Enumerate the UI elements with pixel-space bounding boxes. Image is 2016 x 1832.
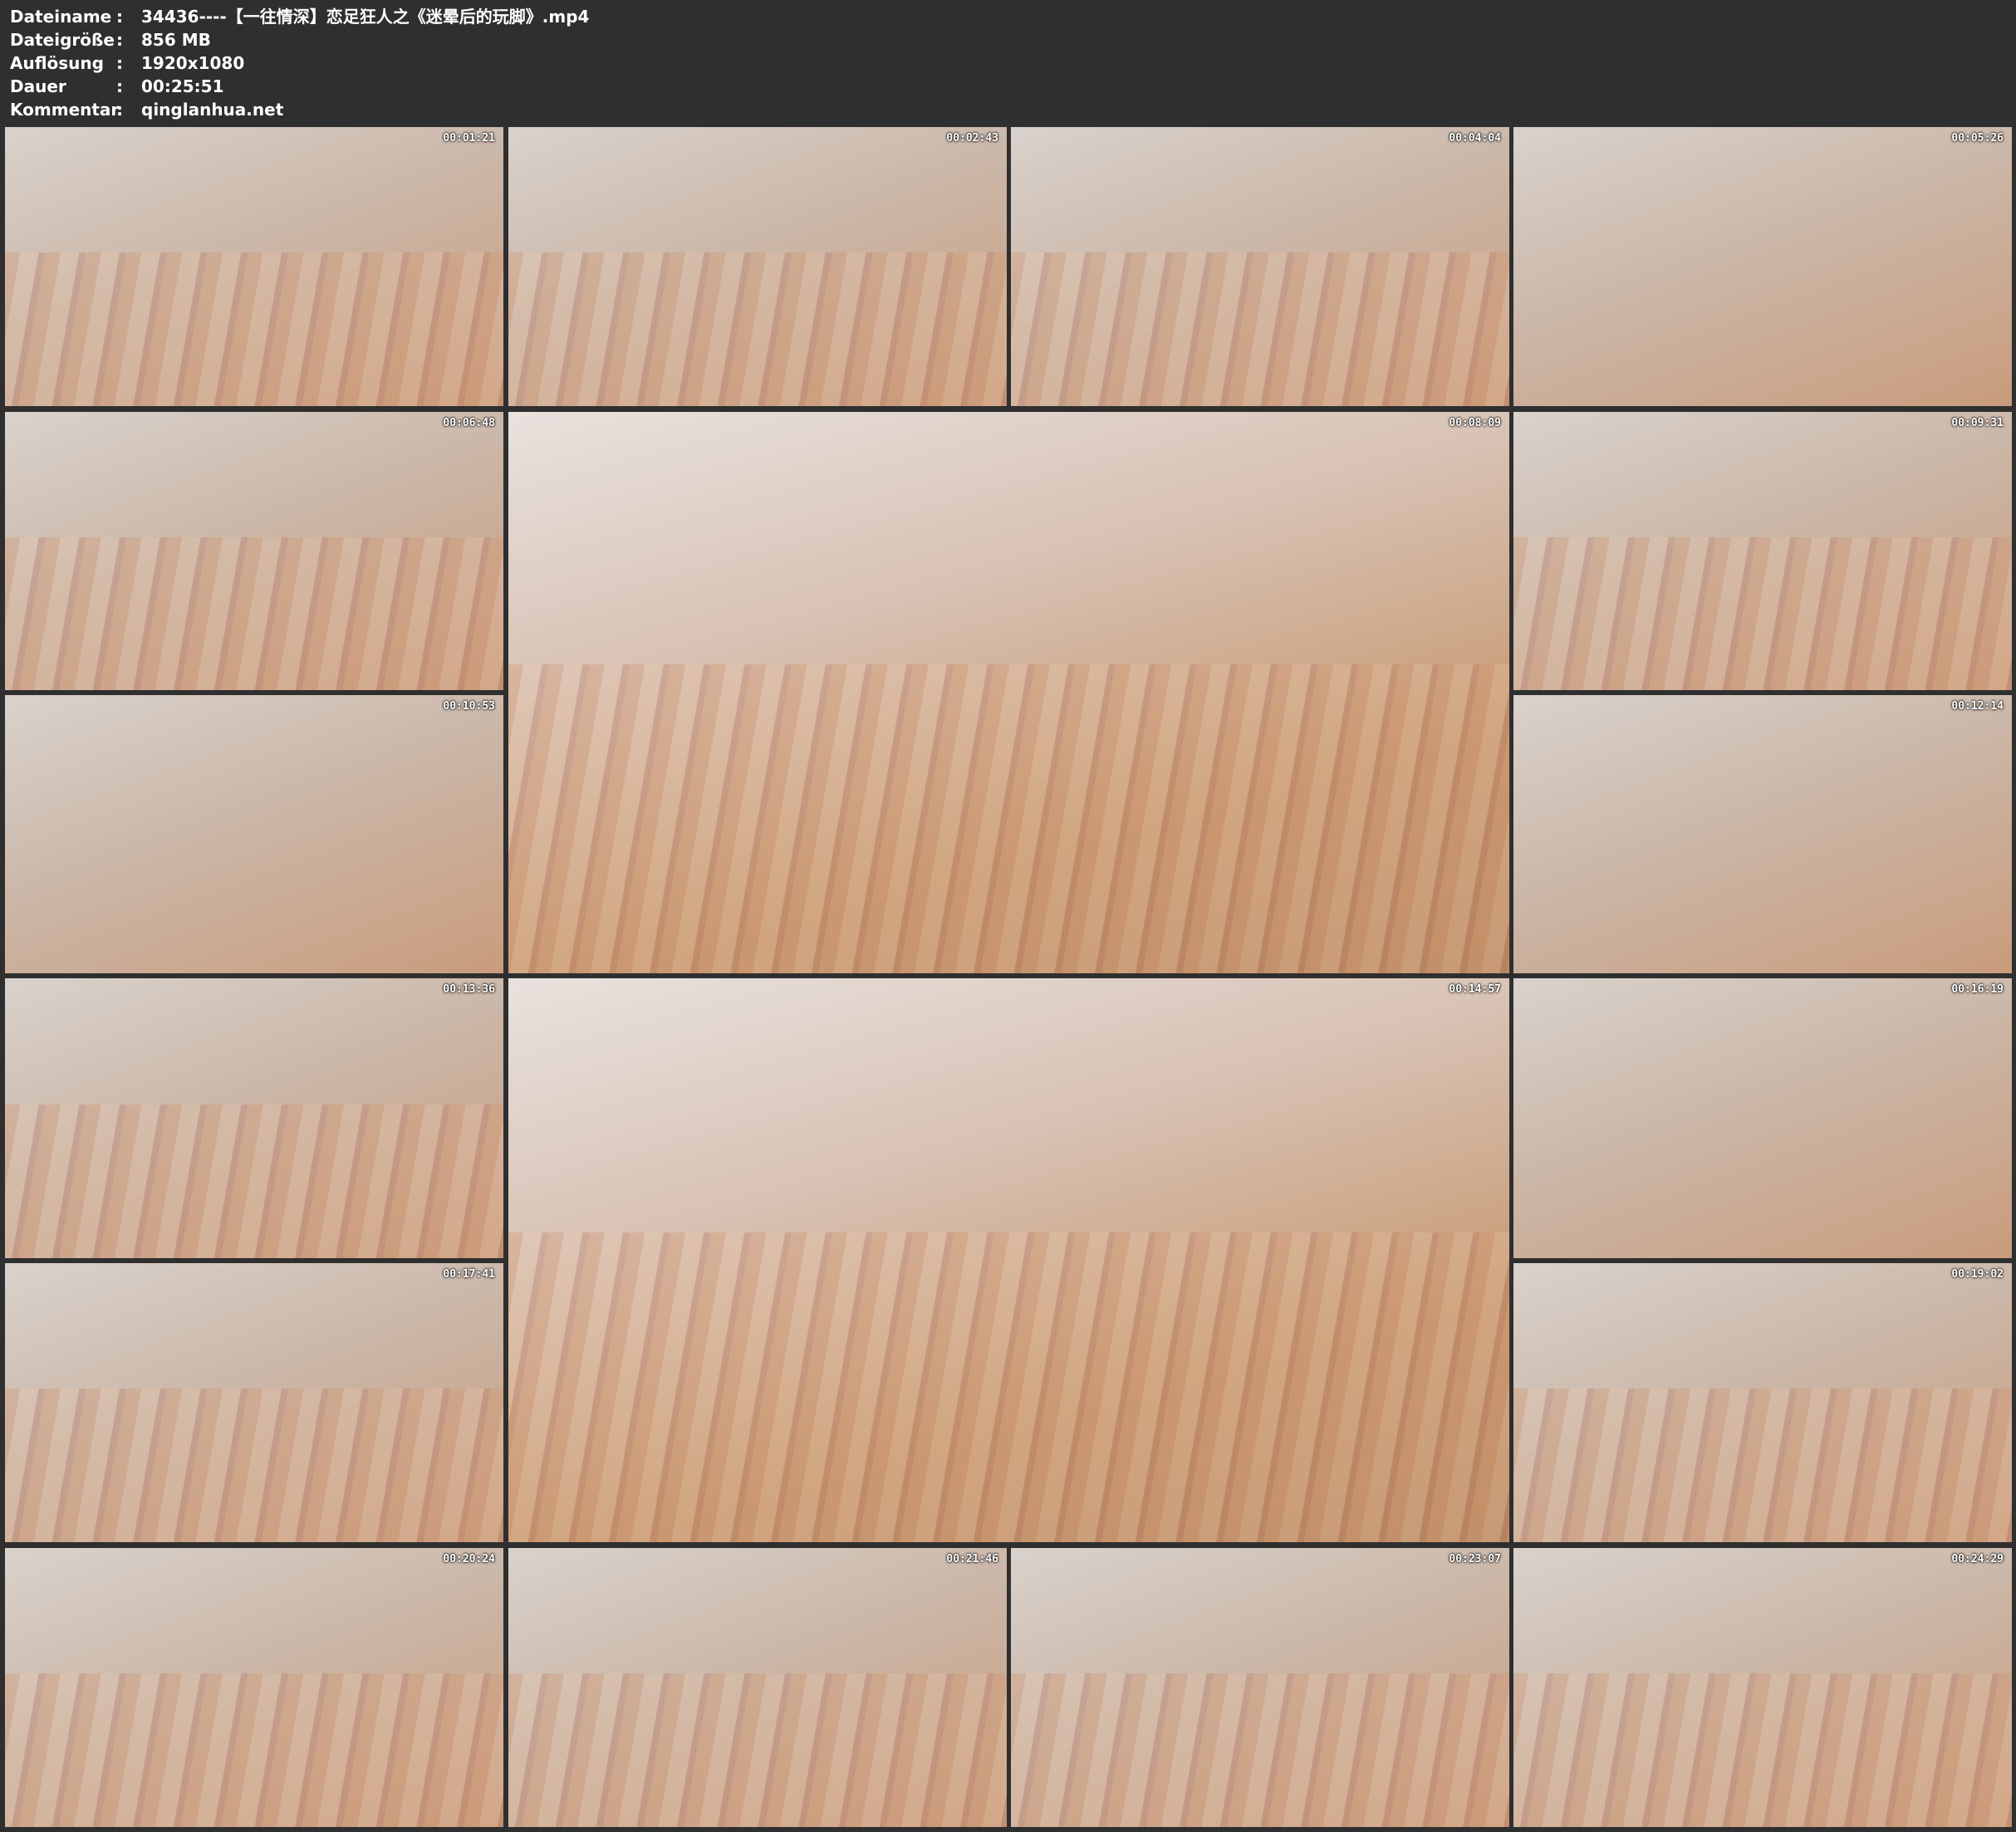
- file-info-panel: Dateiname : 34436----【一往情深】恋足狂人之《迷晕后的玩脚》…: [10, 5, 589, 121]
- video-thumbnail: 00:06:48: [5, 412, 503, 690]
- thumbnail-scene: [1513, 1389, 2012, 1542]
- video-thumbnail: 00:01:21: [5, 127, 503, 406]
- video-thumbnail: 00:13:36: [5, 978, 503, 1258]
- thumbnail-timestamp: 00:19:02: [1951, 1268, 2004, 1281]
- thumbnail-scene: [5, 1104, 503, 1258]
- thumbnail-timestamp: 00:20:24: [443, 1553, 495, 1565]
- thumbnail-scene: [1011, 1673, 1509, 1827]
- video-thumbnail: 00:21:46: [508, 1548, 1007, 1827]
- info-row-resolution: Auflösung : 1920x1080: [10, 51, 589, 75]
- video-thumbnail: 00:19:02: [1513, 1263, 2012, 1542]
- thumbnail-scene: [5, 536, 503, 690]
- thumbnail-timestamp: 00:05:26: [1951, 132, 2004, 145]
- thumbnail-timestamp: 00:06:48: [443, 417, 495, 429]
- thumbnail-timestamp: 00:17:41: [443, 1268, 495, 1281]
- thumbnail-timestamp: 00:24:29: [1951, 1553, 2004, 1565]
- video-thumbnail: 00:02:43: [508, 127, 1007, 406]
- video-thumbnail: 00:16:19: [1513, 978, 2012, 1258]
- thumbnail-timestamp: 00:23:07: [1449, 1553, 1501, 1565]
- thumbnail-scene: [508, 1232, 1509, 1542]
- video-thumbnail: 00:20:24: [5, 1548, 503, 1827]
- info-key: Auflösung: [10, 53, 104, 73]
- thumbnail-timestamp: 00:04:04: [1449, 132, 1501, 145]
- info-key: Dauer: [10, 76, 66, 96]
- video-thumbnail: 00:24:29: [1513, 1548, 2012, 1827]
- info-row-comment: Kommentar : qinglanhua.net: [10, 98, 589, 121]
- thumbnail-scene: [5, 1673, 503, 1827]
- info-key: Dateiname: [10, 7, 112, 27]
- info-separator: :: [116, 76, 123, 96]
- info-value: 00:25:51: [141, 76, 224, 96]
- thumbnail-timestamp: 00:08:09: [1449, 417, 1501, 429]
- info-key: Kommentar: [10, 100, 120, 120]
- info-value: 34436----【一往情深】恋足狂人之《迷晕后的玩脚》.mp4: [141, 7, 590, 27]
- info-separator: :: [116, 30, 123, 50]
- thumbnail-scene: [5, 1389, 503, 1542]
- thumbnail-scene: [508, 664, 1509, 973]
- thumbnail-timestamp: 00:21:46: [946, 1553, 998, 1565]
- thumbnail-timestamp: 00:16:19: [1951, 983, 2004, 996]
- video-thumbnail: 00:09:31: [1513, 412, 2012, 690]
- info-separator: :: [116, 7, 123, 27]
- thumbnail-scene: [5, 252, 503, 406]
- thumbnail-timestamp: 00:09:31: [1951, 417, 2004, 429]
- video-thumbnail-large: 00:08:09: [508, 412, 1509, 973]
- thumbnail-timestamp: 00:01:21: [443, 132, 495, 145]
- video-thumbnail-large: 00:14:57: [508, 978, 1509, 1542]
- thumbnail-timestamp: 00:12:14: [1951, 700, 2004, 713]
- info-key: Dateigröße: [10, 30, 115, 50]
- video-thumbnail: 00:04:04: [1011, 127, 1509, 406]
- info-separator: :: [116, 100, 123, 120]
- thumbnail-timestamp: 00:13:36: [443, 983, 495, 996]
- thumbnail-timestamp: 00:14:57: [1449, 983, 1501, 996]
- thumbnail-scene: [1513, 536, 2012, 690]
- video-thumbnail: 00:10:53: [5, 695, 503, 973]
- thumbnail-timestamp: 00:10:53: [443, 700, 495, 713]
- video-thumbnail: 00:23:07: [1011, 1548, 1509, 1827]
- info-value: 856 MB: [141, 30, 211, 50]
- info-row-duration: Dauer : 00:25:51: [10, 75, 589, 98]
- info-value: 1920x1080: [141, 53, 245, 73]
- video-thumbnail: 00:05:26: [1513, 127, 2012, 406]
- video-thumbnail: 00:17:41: [5, 1263, 503, 1542]
- info-row-filesize: Dateigröße : 856 MB: [10, 28, 589, 51]
- info-row-filename: Dateiname : 34436----【一往情深】恋足狂人之《迷晕后的玩脚》…: [10, 5, 589, 28]
- info-separator: :: [116, 53, 123, 73]
- thumbnail-timestamp: 00:02:43: [946, 132, 998, 145]
- thumbnail-scene: [1513, 1673, 2012, 1827]
- thumbnail-scene: [508, 1673, 1007, 1827]
- info-value: qinglanhua.net: [141, 100, 284, 120]
- thumbnail-scene: [1011, 252, 1509, 406]
- thumbnail-scene: [508, 252, 1007, 406]
- video-thumbnail: 00:12:14: [1513, 695, 2012, 973]
